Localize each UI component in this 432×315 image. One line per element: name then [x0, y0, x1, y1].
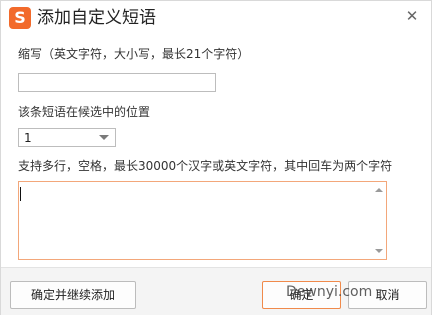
add-phrase-dialog: S 添加自定义短语 ✕ 缩写（英文字符，大小写，最长21个字符） 该条短语在候选… [0, 0, 432, 315]
close-icon[interactable]: ✕ [403, 7, 421, 25]
scroll-down-arrow-icon[interactable] [375, 249, 383, 253]
confirm-and-continue-button[interactable]: 确定并继续添加 [10, 281, 136, 309]
phrase-content-textarea[interactable] [18, 181, 387, 260]
content-label: 支持多行，空格，最长30000个汉字或英文字符，其中回车为两个字符 [18, 159, 393, 173]
title-bar[interactable]: S 添加自定义短语 ✕ [1, 1, 431, 35]
dialog-title: 添加自定义短语 [37, 8, 156, 28]
scroll-up-arrow-icon[interactable] [375, 188, 383, 192]
abbreviation-input[interactable] [18, 73, 216, 92]
abbreviation-label: 缩写（英文字符，大小写，最长21个字符） [18, 47, 250, 61]
position-select[interactable]: 1 [18, 128, 116, 147]
content-scrollbar[interactable] [372, 182, 386, 259]
position-label: 该条短语在候选中的位置 [18, 105, 151, 119]
chevron-down-icon[interactable] [99, 135, 109, 140]
position-selected-value: 1 [24, 131, 32, 145]
text-caret [20, 187, 21, 201]
watermark-text: Dewnyi.com [286, 284, 373, 300]
sogou-logo-icon: S [9, 7, 31, 29]
